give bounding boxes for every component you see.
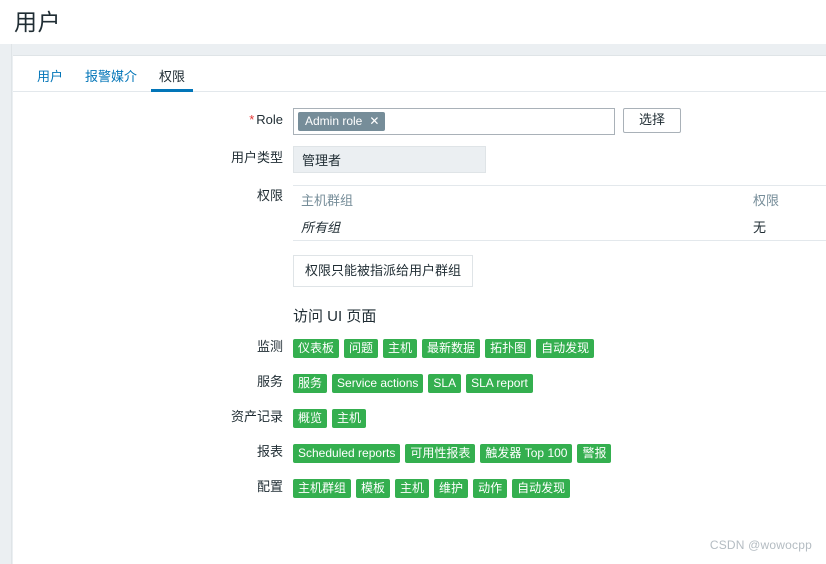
badge: 警报 xyxy=(577,444,612,463)
content-card: 用户 报警媒介 权限 * Role Admin role ✕ 选择 用户类型 管… xyxy=(13,55,826,564)
badge: SLA report xyxy=(466,374,533,393)
cell-permission: 无 xyxy=(753,220,767,235)
badge: 维护 xyxy=(434,479,469,498)
role-label-text: Role xyxy=(256,112,283,127)
badge: 主机 xyxy=(395,479,430,498)
form-row-ui-title: 访问 UI 页面 xyxy=(13,305,826,333)
badge: 自动发现 xyxy=(536,339,595,358)
configuration-label: 配置 xyxy=(256,479,283,494)
services-field: 服务 Service actions SLA SLA report xyxy=(293,372,826,393)
badge: 动作 xyxy=(473,479,508,498)
badge: SLA xyxy=(428,374,462,393)
table-row: 所有组 无 xyxy=(293,213,826,240)
badge: 主机 xyxy=(332,409,367,428)
badge: Scheduled reports xyxy=(293,444,401,463)
reports-label: 报表 xyxy=(256,444,283,459)
badge: 触发器 Top 100 xyxy=(480,444,573,463)
configuration-field: 主机群组 模板 主机 维护 动作 自动发现 xyxy=(293,477,826,498)
user-type-field: 管理者 xyxy=(293,146,826,173)
permissions-table-header: 主机群组 权限 xyxy=(293,186,826,213)
badge: 自动发现 xyxy=(512,479,571,498)
left-margin-strip xyxy=(0,44,12,564)
monitoring-badges: 仪表板 问题 主机 最新数据 拓扑图 自动发现 xyxy=(293,337,826,358)
ui-title-field: 访问 UI 页面 xyxy=(293,305,826,333)
inventory-label: 资产记录 xyxy=(230,409,283,424)
tab-user[interactable]: 用户 xyxy=(26,70,74,91)
form-row-inventory: 资产记录 概览 主机 xyxy=(13,407,826,428)
badge: 仪表板 xyxy=(293,339,340,358)
badge: 概览 xyxy=(293,409,328,428)
badge: 模板 xyxy=(356,479,391,498)
page-header: 用户 xyxy=(0,0,826,44)
form-row-role: * Role Admin role ✕ 选择 xyxy=(13,108,826,135)
badge: 拓扑图 xyxy=(485,339,532,358)
role-token-label: Admin role xyxy=(305,114,363,128)
watermark: CSDN @wowocpp xyxy=(709,538,812,552)
permissions-form: * Role Admin role ✕ 选择 用户类型 管理者 权限 主机群组 … xyxy=(13,92,826,498)
select-role-button[interactable]: 选择 xyxy=(623,108,682,133)
reports-badges: Scheduled reports 可用性报表 触发器 Top 100 警报 xyxy=(293,442,826,463)
role-field: Admin role ✕ 选择 xyxy=(293,108,826,135)
tab-media[interactable]: 报警媒介 xyxy=(74,70,148,91)
form-row-configuration: 配置 主机群组 模板 主机 维护 动作 自动发现 xyxy=(13,477,826,498)
monitoring-field: 仪表板 问题 主机 最新数据 拓扑图 自动发现 xyxy=(293,337,826,358)
services-label: 服务 xyxy=(256,374,283,389)
badge: 可用性报表 xyxy=(405,444,476,463)
user-type-label: 用户类型 xyxy=(230,150,283,165)
role-multiselect[interactable]: Admin role ✕ xyxy=(293,108,615,135)
badge: 主机 xyxy=(383,339,418,358)
notice-field: 权限只能被指派给用户群组 xyxy=(293,255,826,287)
tab-permissions[interactable]: 权限 xyxy=(148,70,196,92)
reports-field: Scheduled reports 可用性报表 触发器 Top 100 警报 xyxy=(293,442,826,463)
permissions-label: 权限 xyxy=(256,188,283,203)
badge: 服务 xyxy=(293,374,328,393)
monitoring-label: 监测 xyxy=(256,339,283,354)
form-row-reports: 报表 Scheduled reports 可用性报表 触发器 Top 100 警… xyxy=(13,442,826,463)
column-header-permission: 权限 xyxy=(753,193,780,208)
user-type-value: 管理者 xyxy=(293,146,486,173)
permissions-notice: 权限只能被指派给用户群组 xyxy=(293,255,474,287)
form-row-notice: 权限只能被指派给用户群组 xyxy=(13,255,826,287)
badge: 主机群组 xyxy=(293,479,352,498)
form-row-permissions: 权限 主机群组 权限 所有组 无 xyxy=(13,184,826,241)
form-row-services: 服务 服务 Service actions SLA SLA report xyxy=(13,372,826,393)
close-icon[interactable]: ✕ xyxy=(369,115,379,127)
badge: 问题 xyxy=(344,339,379,358)
cell-host-group: 所有组 xyxy=(301,220,341,235)
permissions-table: 主机群组 权限 所有组 无 xyxy=(293,185,826,241)
tab-bar: 用户 报警媒介 权限 xyxy=(13,56,826,92)
required-asterisk-icon: * xyxy=(249,112,255,127)
services-badges: 服务 Service actions SLA SLA report xyxy=(293,372,826,393)
page-title: 用户 xyxy=(14,8,61,35)
role-label: * Role xyxy=(13,108,293,132)
column-header-host-group: 主机群组 xyxy=(301,193,354,208)
ui-access-title: 访问 UI 页面 xyxy=(293,308,377,325)
inventory-field: 概览 主机 xyxy=(293,407,826,428)
form-row-monitoring: 监测 仪表板 问题 主机 最新数据 拓扑图 自动发现 xyxy=(13,337,826,358)
badge: Service actions xyxy=(332,374,424,393)
role-multiselect-wrap: Admin role ✕ 选择 xyxy=(293,108,826,135)
badge: 最新数据 xyxy=(422,339,481,358)
configuration-badges: 主机群组 模板 主机 维护 动作 自动发现 xyxy=(293,477,826,498)
inventory-badges: 概览 主机 xyxy=(293,407,826,428)
permissions-field: 主机群组 权限 所有组 无 xyxy=(293,184,826,241)
role-token[interactable]: Admin role ✕ xyxy=(298,112,386,131)
form-row-user-type: 用户类型 管理者 xyxy=(13,146,826,173)
